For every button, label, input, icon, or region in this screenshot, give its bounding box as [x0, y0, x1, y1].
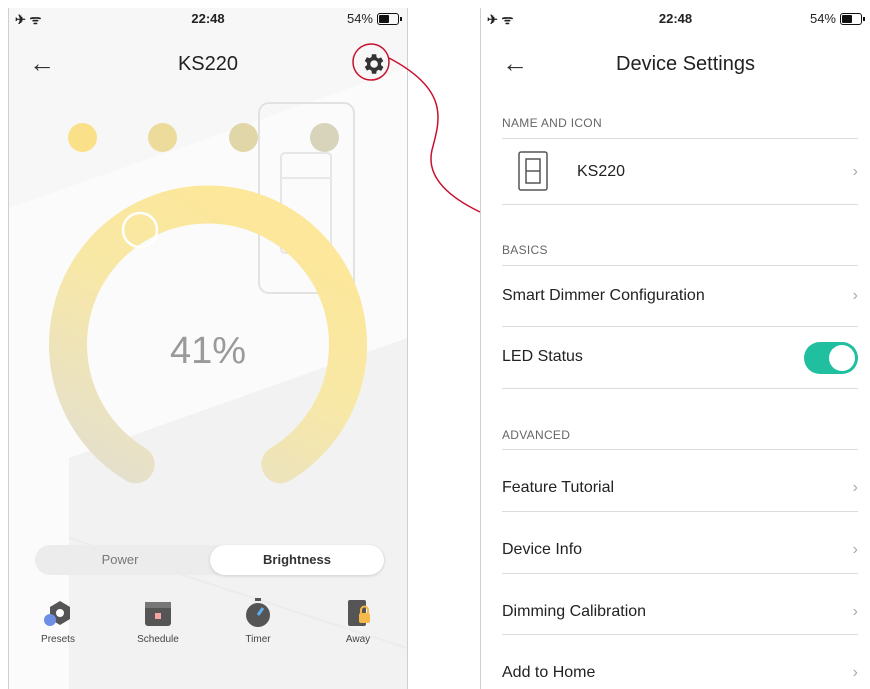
led-status-label: LED Status [502, 348, 583, 365]
nav-presets[interactable]: Presets [23, 598, 93, 645]
add-to-home-row[interactable]: Add to Home › [502, 634, 858, 689]
chevron-right-icon: › [852, 603, 858, 620]
dimming-calibration-label: Dimming Calibration [502, 603, 647, 620]
chevron-right-icon: › [852, 664, 858, 681]
nav-schedule-label: Schedule [137, 634, 179, 645]
smart-dimmer-config-label: Smart Dimmer Configuration [502, 287, 705, 304]
away-door-lock-icon [342, 598, 374, 628]
device-info-label: Device Info [502, 541, 583, 558]
switch-device-icon [518, 151, 548, 191]
led-status-row: LED Status [502, 326, 858, 389]
smart-dimmer-config-row[interactable]: Smart Dimmer Configuration › [502, 265, 858, 327]
stopwatch-icon [242, 598, 274, 628]
nav-away-label: Away [345, 634, 371, 645]
battery-icon [840, 12, 865, 25]
nav-schedule[interactable]: Schedule [123, 598, 193, 645]
device-name-row[interactable]: KS220 › [502, 138, 858, 204]
led-status-toggle[interactable] [804, 342, 858, 374]
page-title: Device Settings [616, 53, 755, 75]
device-control-screen: ✈ ᯤ 22:48 54% ← KS220 41% Power Brightne… [8, 8, 408, 689]
device-name: KS220 [577, 163, 626, 180]
battery-percent: 54% [809, 11, 836, 26]
nav-timer-label: Timer [245, 634, 271, 645]
device-settings-screen: ✈ ᯤ 22:48 54% ← Device Settings NAME AND… [480, 8, 870, 689]
feature-tutorial-row[interactable]: Feature Tutorial › [502, 449, 858, 511]
nav-away[interactable]: Away [323, 598, 393, 645]
calendar-icon [142, 598, 174, 628]
section-basics: BASICS [502, 243, 548, 257]
chevron-right-icon: › [852, 287, 858, 304]
dimming-calibration-row[interactable]: Dimming Calibration › [502, 573, 858, 635]
status-bar: ✈ ᯤ 22:48 54% [481, 8, 870, 30]
mode-toggle[interactable]: Power Brightness [35, 545, 385, 575]
tab-power[interactable]: Power [35, 545, 205, 575]
chevron-right-icon: › [852, 541, 858, 558]
add-to-home-label: Add to Home [502, 664, 596, 681]
device-info-row[interactable]: Device Info › [502, 511, 858, 573]
section-advanced: ADVANCED [502, 428, 571, 442]
nav-timer[interactable]: Timer [223, 598, 293, 645]
tab-brightness[interactable]: Brightness [210, 545, 384, 575]
presets-icon [42, 598, 74, 628]
section-name-and-icon: NAME AND ICON [502, 116, 602, 130]
brightness-value: 41% [169, 330, 247, 372]
feature-tutorial-label: Feature Tutorial [502, 479, 615, 496]
chevron-right-icon: › [852, 163, 858, 180]
chevron-right-icon: › [852, 479, 858, 496]
nav-presets-label: Presets [41, 634, 75, 645]
